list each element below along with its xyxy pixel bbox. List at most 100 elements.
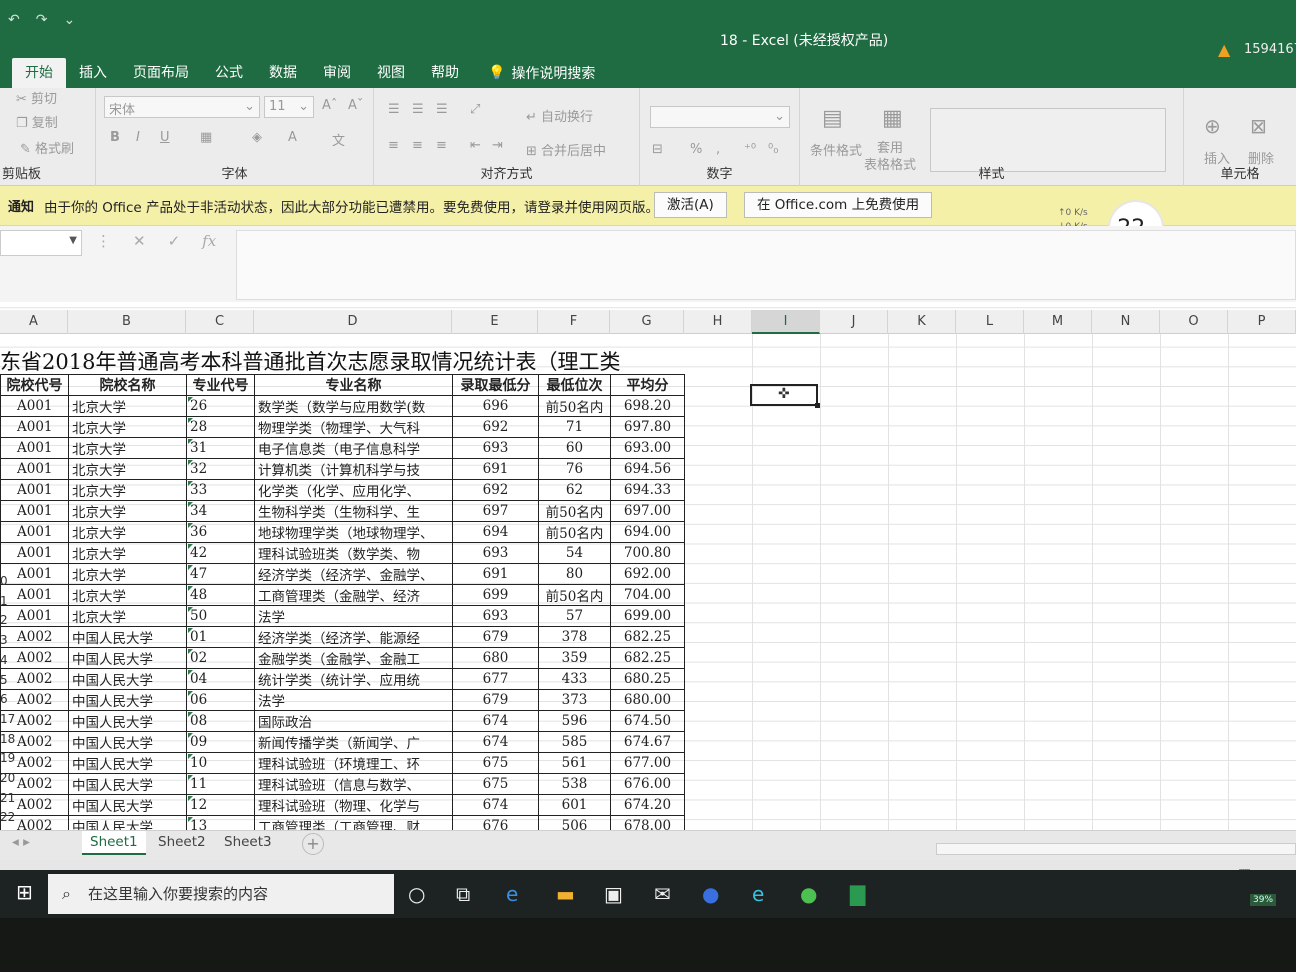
account-name[interactable]: 1594167 <box>1244 42 1296 57</box>
header-avg-score[interactable]: 平均分 <box>610 374 685 396</box>
cell-major-code[interactable]: 09 <box>186 731 255 753</box>
align-bottom-icon[interactable]: ☰ <box>436 102 448 117</box>
cut-button[interactable]: ✂ 剪切 <box>16 88 57 107</box>
orientation-icon[interactable]: ⤢ <box>470 102 480 117</box>
align-center-icon[interactable]: ≡ <box>412 138 423 153</box>
cell-major-name[interactable]: 理科试验班（信息与数学、 <box>254 773 453 795</box>
cell-major-code[interactable]: 12 <box>186 794 255 816</box>
column-header-c[interactable]: C <box>186 310 254 334</box>
increase-decimal-icon[interactable]: ⁺⁰ <box>744 142 756 157</box>
cell-major-code[interactable]: 48 <box>186 584 255 606</box>
cell-major-name[interactable]: 国际政治 <box>254 710 453 732</box>
cell-major-name[interactable]: 工商管理类（金融学、经济 <box>254 584 453 606</box>
cell-min-score[interactable]: 680 <box>452 647 539 669</box>
cell-major-code[interactable]: 50 <box>186 605 255 627</box>
cell-school-name[interactable]: 中国人民大学 <box>68 794 187 816</box>
column-header-o[interactable]: O <box>1160 310 1228 334</box>
tab-data[interactable]: 数据 <box>256 58 310 88</box>
horizontal-scrollbar[interactable] <box>936 843 1296 855</box>
delete-cells-icon[interactable]: ⊠ <box>1250 114 1267 138</box>
cell-avg-score[interactable]: 682.25 <box>610 647 685 669</box>
fill-color-icon[interactable]: ◈ <box>252 130 262 145</box>
cell-major-name[interactable]: 金融学类（金融学、金融工 <box>254 647 453 669</box>
cell-major-name[interactable]: 物理学类（物理学、大气科 <box>254 416 453 438</box>
cell-major-name[interactable]: 理科试验班（环境理工、环 <box>254 752 453 774</box>
cell-avg-score[interactable]: 677.00 <box>610 752 685 774</box>
wrap-text-button[interactable]: ↵ 自动换行 <box>526 106 593 125</box>
customize-qat-icon[interactable]: ⌄ <box>63 12 75 28</box>
cell-min-score[interactable]: 674 <box>452 710 539 732</box>
header-min-score[interactable]: 录取最低分 <box>452 374 539 396</box>
cell-min-rank[interactable]: 62 <box>538 479 611 501</box>
edge-icon[interactable]: e <box>506 882 518 906</box>
cell-min-rank[interactable]: 585 <box>538 731 611 753</box>
cell-avg-score[interactable]: 674.67 <box>610 731 685 753</box>
cortana-icon[interactable]: ○ <box>408 882 425 906</box>
warning-icon[interactable]: ▲ <box>1218 40 1230 59</box>
cell-min-score[interactable]: 696 <box>452 395 539 417</box>
row-number[interactable]: 3 <box>0 633 8 647</box>
tell-me-search[interactable]: 💡 操作说明搜索 <box>488 58 595 88</box>
cell-min-rank[interactable]: 57 <box>538 605 611 627</box>
cell-major-name[interactable]: 法学 <box>254 605 453 627</box>
cell-min-score[interactable]: 697 <box>452 500 539 522</box>
font-name-box[interactable]: 宋体 ⌄ <box>104 96 260 118</box>
phonetic-icon[interactable]: 文 <box>332 130 345 149</box>
cell-min-score[interactable]: 692 <box>452 416 539 438</box>
cell-major-code[interactable]: 32 <box>186 458 255 480</box>
cell-school-code[interactable]: A001 <box>0 458 69 480</box>
cell-avg-score[interactable]: 704.00 <box>610 584 685 606</box>
cell-school-name[interactable]: 中国人民大学 <box>68 647 187 669</box>
cell-school-code[interactable]: A001 <box>0 416 69 438</box>
cell-major-code[interactable]: 28 <box>186 416 255 438</box>
align-middle-icon[interactable]: ☰ <box>412 102 424 117</box>
cell-school-code[interactable]: A001 <box>0 395 69 417</box>
cell-min-score[interactable]: 691 <box>452 563 539 585</box>
cell-min-score[interactable]: 677 <box>452 668 539 690</box>
column-header-e[interactable]: E <box>452 310 538 334</box>
font-color-icon[interactable]: A <box>288 130 297 145</box>
cell-major-code[interactable]: 11 <box>186 773 255 795</box>
currency-icon[interactable]: ⊟ <box>652 142 663 157</box>
cell-school-code[interactable]: A001 <box>0 437 69 459</box>
cell-avg-score[interactable]: 697.00 <box>610 500 685 522</box>
cell-avg-score[interactable]: 692.00 <box>610 563 685 585</box>
cell-school-name[interactable]: 中国人民大学 <box>68 689 187 711</box>
cell-major-code[interactable]: 36 <box>186 521 255 543</box>
cell-major-code[interactable]: 47 <box>186 563 255 585</box>
cell-avg-score[interactable]: 699.00 <box>610 605 685 627</box>
cell-school-name[interactable]: 北京大学 <box>68 563 187 585</box>
column-header-b[interactable]: B <box>68 310 186 334</box>
insert-function-icon[interactable]: fx <box>202 232 216 250</box>
cell-major-name[interactable]: 地球物理学类（地球物理学、 <box>254 521 453 543</box>
column-header-h[interactable]: H <box>684 310 752 334</box>
cell-min-rank[interactable]: 80 <box>538 563 611 585</box>
cell-avg-score[interactable]: 674.50 <box>610 710 685 732</box>
cell-school-name[interactable]: 中国人民大学 <box>68 668 187 690</box>
column-header-p[interactable]: P <box>1228 310 1296 334</box>
row-number[interactable]: 2 <box>0 613 8 627</box>
cell-avg-score[interactable]: 694.56 <box>610 458 685 480</box>
decrease-decimal-icon[interactable]: ⁰₀ <box>768 142 778 157</box>
tab-review[interactable]: 审阅 <box>310 58 364 88</box>
cell-min-score[interactable]: 693 <box>452 542 539 564</box>
tab-formulas[interactable]: 公式 <box>202 58 256 88</box>
cell-major-code[interactable]: 31 <box>186 437 255 459</box>
cell-min-score[interactable]: 692 <box>452 479 539 501</box>
cell-school-name[interactable]: 中国人民大学 <box>68 710 187 732</box>
cell-major-code[interactable]: 34 <box>186 500 255 522</box>
cell-major-name[interactable]: 理科试验班（物理、化学与 <box>254 794 453 816</box>
border-icon[interactable]: ▦ <box>200 130 212 145</box>
align-right-icon[interactable]: ≡ <box>436 138 447 153</box>
cell-school-name[interactable]: 北京大学 <box>68 416 187 438</box>
cell-school-code[interactable]: A001 <box>0 500 69 522</box>
conditional-format-icon[interactable]: ▤ <box>822 106 843 131</box>
cell-min-rank[interactable]: 前50名内 <box>538 500 611 522</box>
cell-major-code[interactable]: 13 <box>186 815 255 830</box>
cell-min-score[interactable]: 694 <box>452 521 539 543</box>
cell-min-score[interactable]: 674 <box>452 731 539 753</box>
cell-major-code[interactable]: 10 <box>186 752 255 774</box>
cell-min-rank[interactable]: 538 <box>538 773 611 795</box>
sheet-tab-2[interactable]: Sheet2 <box>150 831 214 855</box>
use-free-online-button[interactable]: 在 Office.com 上免费使用 <box>744 192 933 218</box>
